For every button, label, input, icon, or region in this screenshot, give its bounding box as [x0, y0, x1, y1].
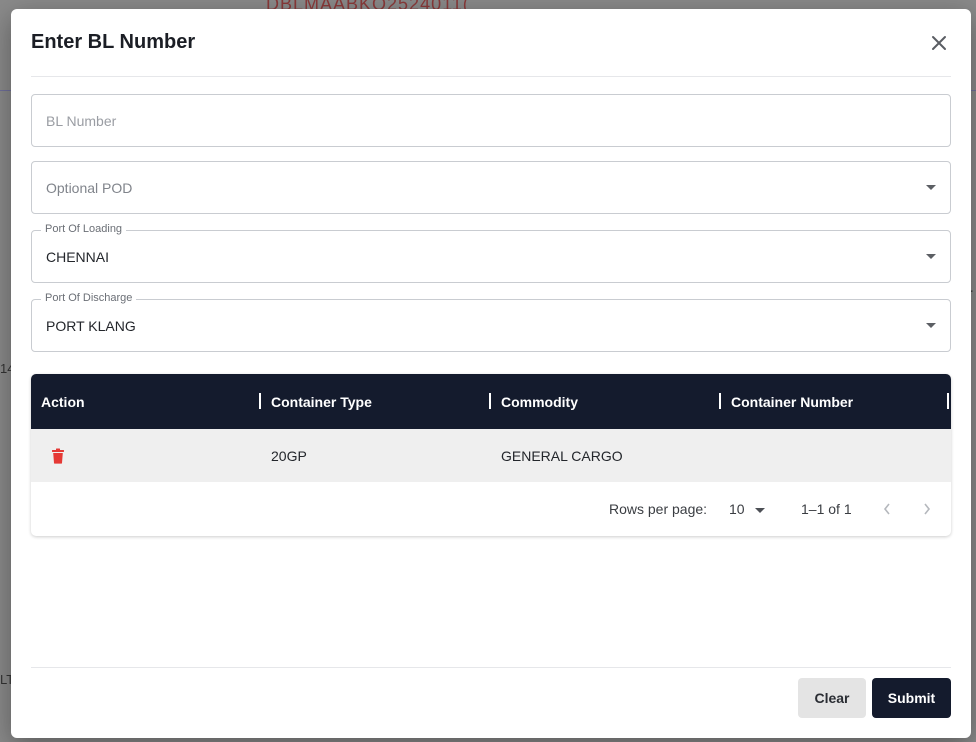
port-of-discharge-label: Port Of Discharge — [41, 292, 137, 304]
rows-per-page-label: Rows per page: — [609, 501, 708, 517]
chevron-down-icon — [926, 322, 936, 328]
chevron-down-icon — [926, 253, 936, 259]
cell-commodity: GENERAL CARGO — [501, 447, 623, 464]
chevron-down-icon — [926, 184, 936, 190]
port-of-discharge-select[interactable]: Port Of Discharge PORT KLANG — [31, 292, 951, 352]
next-page-button[interactable] — [915, 497, 939, 521]
delete-button[interactable] — [51, 429, 65, 482]
table-pagination: Rows per page: 10 1–1 of 1 — [31, 482, 951, 536]
previous-page-button[interactable] — [875, 497, 899, 521]
port-of-loading-label: Port Of Loading — [41, 223, 127, 235]
trash-icon — [52, 448, 64, 464]
column-header-container-number: Container Number — [731, 393, 854, 410]
pagination-range: 1–1 of 1 — [801, 501, 852, 517]
port-of-loading-select[interactable]: Port Of Loading CHENNAI — [31, 223, 951, 283]
bl-number-input[interactable] — [46, 112, 936, 129]
submit-button[interactable]: Submit — [872, 678, 951, 718]
column-separator[interactable] — [719, 393, 721, 409]
rows-per-page-select[interactable]: 10 — [729, 501, 765, 517]
close-icon — [932, 35, 946, 50]
table-row: 20GP GENERAL CARGO — [31, 429, 951, 482]
bl-number-field[interactable] — [31, 94, 951, 147]
dialog-title: Enter BL Number — [31, 31, 196, 53]
column-header-action: Action — [41, 393, 85, 410]
column-separator[interactable] — [489, 393, 491, 409]
table-header: Action Container Type Commodity Containe… — [31, 374, 951, 429]
chevron-left-icon — [883, 503, 890, 515]
cell-container-type: 20GP — [271, 447, 307, 464]
column-header-commodity: Commodity — [501, 393, 578, 410]
port-of-discharge-value: PORT KLANG — [46, 317, 136, 334]
dialog-header: Enter BL Number — [31, 9, 951, 77]
chevron-down-icon — [754, 507, 765, 513]
footer-divider — [31, 667, 951, 668]
optional-pod-placeholder: Optional POD — [46, 179, 133, 196]
bl-number-dialog: Enter BL Number Optional POD Port Of Loa… — [11, 9, 971, 738]
column-separator[interactable] — [947, 393, 949, 409]
column-header-container-type: Container Type — [271, 393, 372, 410]
chevron-right-icon — [924, 503, 931, 515]
column-separator[interactable] — [259, 393, 261, 409]
close-button[interactable] — [927, 31, 951, 55]
containers-table: Action Container Type Commodity Containe… — [31, 374, 951, 536]
optional-pod-select[interactable]: Optional POD — [31, 161, 951, 214]
port-of-loading-value: CHENNAI — [46, 248, 110, 265]
rows-per-page-value: 10 — [729, 501, 745, 517]
clear-button[interactable]: Clear — [798, 678, 866, 718]
